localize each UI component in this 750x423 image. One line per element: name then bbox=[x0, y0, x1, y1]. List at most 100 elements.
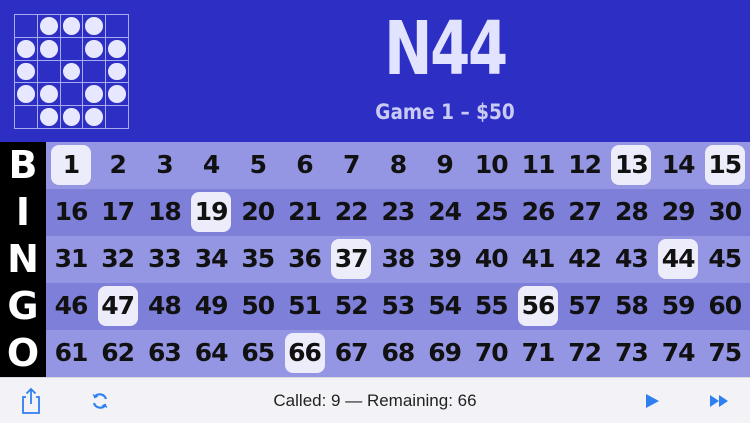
bingo-letter-i: I bbox=[15, 190, 31, 234]
board-number[interactable]: 61 bbox=[51, 333, 91, 373]
pattern-dot bbox=[17, 39, 35, 58]
status-text: Called: 9 — Remaining: 66 bbox=[273, 391, 477, 410]
board-number[interactable]: 49 bbox=[191, 286, 231, 326]
pattern-cell bbox=[59, 82, 83, 106]
called-number[interactable]: 56 bbox=[518, 286, 558, 326]
board-number[interactable]: 73 bbox=[611, 333, 651, 373]
board-number[interactable]: 74 bbox=[658, 333, 698, 373]
board-number[interactable]: 48 bbox=[144, 286, 184, 326]
called-number[interactable]: 15 bbox=[704, 145, 745, 185]
board-number[interactable]: 23 bbox=[378, 192, 418, 232]
board-number[interactable]: 54 bbox=[425, 286, 465, 326]
game-info: Game 1 – $50 bbox=[375, 100, 515, 124]
board-number[interactable]: 63 bbox=[144, 333, 184, 373]
board-number[interactable]: 67 bbox=[331, 333, 371, 373]
board-number[interactable]: 55 bbox=[471, 286, 511, 326]
board-number[interactable]: 17 bbox=[98, 192, 138, 232]
board-number[interactable]: 39 bbox=[425, 239, 465, 279]
board-number[interactable]: 32 bbox=[98, 239, 138, 279]
board-number[interactable]: 28 bbox=[611, 192, 651, 232]
bingo-letter-b: B bbox=[8, 143, 38, 187]
pattern-cell bbox=[14, 14, 37, 37]
board-number[interactable]: 4 bbox=[191, 145, 231, 185]
board-number[interactable]: 36 bbox=[285, 239, 325, 279]
board-number[interactable]: 25 bbox=[471, 192, 511, 232]
board-number[interactable]: 68 bbox=[378, 333, 418, 373]
pattern-cell bbox=[82, 36, 106, 60]
called-number[interactable]: 13 bbox=[611, 145, 652, 185]
board-number[interactable]: 71 bbox=[518, 333, 558, 373]
pattern-dot bbox=[85, 17, 104, 35]
pattern-cell bbox=[82, 82, 106, 106]
board-number[interactable]: 70 bbox=[471, 333, 511, 373]
board-number[interactable]: 20 bbox=[238, 192, 278, 232]
board-number[interactable]: 24 bbox=[425, 192, 465, 232]
board-number[interactable]: 72 bbox=[565, 333, 605, 373]
board-number[interactable]: 46 bbox=[51, 286, 91, 326]
board-number[interactable]: 33 bbox=[144, 239, 184, 279]
refresh-button[interactable] bbox=[85, 386, 115, 416]
board-number[interactable]: 9 bbox=[425, 145, 465, 185]
board-number[interactable]: 16 bbox=[51, 192, 91, 232]
board-number[interactable]: 29 bbox=[658, 192, 698, 232]
board-number[interactable]: 42 bbox=[565, 239, 605, 279]
fast-forward-button[interactable] bbox=[704, 386, 734, 416]
board-number[interactable]: 26 bbox=[518, 192, 558, 232]
board-number[interactable]: 3 bbox=[144, 145, 184, 185]
play-button[interactable] bbox=[637, 386, 667, 416]
called-number[interactable]: 1 bbox=[51, 145, 91, 185]
bingo-board: BINGO 1 2 3 4 5 6 7 8 9 10 11 12 13 14 15 16 17 18 19 20 21 2… bbox=[0, 142, 750, 377]
board-number[interactable]: 11 bbox=[518, 145, 558, 185]
board-number[interactable]: 65 bbox=[238, 333, 278, 373]
pattern-dot bbox=[62, 62, 81, 81]
board-number[interactable]: 14 bbox=[658, 145, 698, 185]
board-number[interactable]: 62 bbox=[98, 333, 138, 373]
board-number[interactable]: 75 bbox=[705, 333, 745, 373]
board-number[interactable]: 34 bbox=[191, 239, 231, 279]
board-number[interactable]: 64 bbox=[191, 333, 231, 373]
board-number[interactable]: 60 bbox=[705, 286, 745, 326]
board-number[interactable]: 52 bbox=[331, 286, 371, 326]
board-number[interactable]: 7 bbox=[331, 145, 371, 185]
pattern-cell bbox=[105, 36, 128, 60]
board-number[interactable]: 31 bbox=[51, 239, 91, 279]
board-number[interactable]: 69 bbox=[425, 333, 465, 373]
pattern-cell bbox=[105, 105, 128, 128]
board-number[interactable]: 35 bbox=[238, 239, 278, 279]
board-number[interactable]: 2 bbox=[98, 145, 138, 185]
board-number[interactable]: 27 bbox=[565, 192, 605, 232]
board-number[interactable]: 18 bbox=[144, 192, 184, 232]
header: N44 Game 1 – $50 bbox=[0, 0, 750, 142]
board-number[interactable]: 43 bbox=[611, 239, 651, 279]
refresh-icon bbox=[92, 393, 108, 409]
board-number[interactable]: 10 bbox=[471, 145, 511, 185]
called-number[interactable]: 37 bbox=[331, 239, 372, 279]
pattern-dot bbox=[108, 85, 126, 104]
board-number[interactable]: 5 bbox=[238, 145, 278, 185]
called-number[interactable]: 19 bbox=[191, 192, 232, 232]
pattern-cell bbox=[36, 105, 60, 128]
pattern-dot bbox=[85, 108, 104, 126]
board-number[interactable]: 40 bbox=[471, 239, 511, 279]
pattern-cell bbox=[14, 82, 37, 106]
called-number[interactable]: 66 bbox=[284, 333, 325, 373]
board-number[interactable]: 51 bbox=[285, 286, 325, 326]
board-number[interactable]: 53 bbox=[378, 286, 418, 326]
board-number[interactable]: 38 bbox=[378, 239, 418, 279]
board-number[interactable]: 12 bbox=[565, 145, 605, 185]
board-number[interactable]: 59 bbox=[658, 286, 698, 326]
board-number[interactable]: 8 bbox=[378, 145, 418, 185]
called-number[interactable]: 47 bbox=[97, 286, 138, 326]
board-number[interactable]: 6 bbox=[285, 145, 325, 185]
board-number[interactable]: 45 bbox=[705, 239, 745, 279]
board-number[interactable]: 58 bbox=[611, 286, 651, 326]
share-button[interactable] bbox=[16, 386, 46, 416]
board-number[interactable]: 22 bbox=[331, 192, 371, 232]
board-number[interactable]: 41 bbox=[518, 239, 558, 279]
board-number[interactable]: 57 bbox=[565, 286, 605, 326]
board-number[interactable]: 30 bbox=[705, 192, 745, 232]
called-number[interactable]: 44 bbox=[658, 239, 699, 279]
board-number[interactable]: 21 bbox=[285, 192, 325, 232]
board-number[interactable]: 50 bbox=[238, 286, 278, 326]
pattern-cell bbox=[36, 59, 60, 83]
